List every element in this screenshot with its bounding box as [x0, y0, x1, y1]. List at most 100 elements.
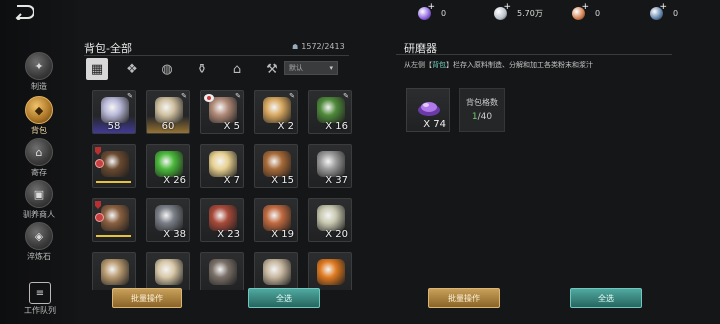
desc-text: 从左侧【 — [404, 61, 432, 69]
copper-ingot-item-icon — [263, 205, 291, 231]
grinder-select-all-button[interactable]: 全选 — [570, 288, 642, 308]
nav-label: 背包 — [31, 126, 47, 135]
desc-highlight: 背包 — [432, 61, 446, 69]
inventory-slot[interactable] — [308, 252, 352, 290]
item-quantity: X 2 — [277, 121, 294, 132]
item-quantity: X 26 — [163, 175, 186, 186]
shield-icon — [95, 201, 101, 209]
item-quantity: X 74 — [423, 119, 446, 130]
all-tab-icon[interactable]: ▦ — [86, 58, 108, 80]
durability-bar — [96, 181, 131, 183]
plus-icon[interactable]: + — [581, 2, 589, 12]
inventory-slot[interactable]: X 7 — [200, 144, 244, 188]
storage-icon: ⌂ — [25, 138, 53, 166]
slot-count-label: 背包格数 — [466, 98, 498, 107]
material-tab-icon[interactable]: ❖ — [121, 58, 143, 80]
wrench-icon: ✎ — [289, 92, 295, 100]
shield-icon — [95, 147, 101, 155]
stone-icon: ◈ — [25, 222, 53, 250]
copper-coin-icon: + — [572, 2, 589, 20]
cloth-armor-item-icon — [101, 205, 129, 231]
nav-label: 寄存 — [31, 168, 47, 177]
select-all-button[interactable]: 全选 — [248, 288, 320, 308]
grinder-item-slot[interactable]: X 74 — [406, 88, 450, 132]
inventory-slot[interactable] — [92, 252, 136, 290]
basket-item-icon — [209, 259, 237, 285]
book-item-icon — [317, 97, 345, 123]
inventory-slot[interactable]: X 20 — [308, 198, 352, 242]
tool-tab-icon[interactable]: ⚒ — [261, 58, 283, 80]
slot-count-box: 背包格数 1/40 — [459, 88, 505, 132]
building-tab-icon[interactable]: ⌂ — [226, 58, 248, 80]
work-queue-icon: ≡ — [29, 282, 51, 304]
item-quantity: X 19 — [271, 229, 294, 240]
inventory-slot[interactable]: X 38 — [146, 198, 190, 242]
ginseng-item-icon — [209, 151, 237, 177]
inventory-slot[interactable] — [92, 144, 136, 188]
item-quantity: X 7 — [223, 175, 240, 186]
currency-copper-coin: +0 — [572, 2, 600, 21]
wrench-icon: ✎ — [127, 92, 133, 100]
inventory-slot[interactable]: X 26 — [146, 144, 190, 188]
warning-icon — [95, 159, 104, 168]
nav-item-merchant[interactable]: ▣ 驯养商人 — [9, 180, 69, 220]
capacity-value: 1572/2413 — [301, 42, 345, 51]
raw-meat-item-icon — [209, 205, 237, 231]
egg-item-icon — [263, 97, 291, 123]
silver-coin-icon: + — [494, 2, 511, 20]
gear-item-icon — [317, 151, 345, 177]
inventory-slot[interactable] — [254, 252, 298, 290]
batch-operation-button[interactable]: 批量操作 — [112, 288, 182, 308]
blue-crystal-icon: + — [650, 2, 667, 20]
inventory-grid: ✎ 58 ✎ 60 ✎ X 5 ✎ X 2 ✎ X 16 X 26 X 7 X 15 X 37 X 38 X … — [92, 90, 362, 290]
herb-item-icon — [155, 151, 183, 177]
plus-icon[interactable]: + — [503, 2, 511, 12]
nav-item-storage[interactable]: ⌂ 寄存 — [9, 138, 69, 178]
leather-armor-item-icon — [101, 151, 129, 177]
wrench-icon: ✎ — [235, 92, 241, 100]
ore-tab-icon[interactable]: ◍ — [156, 58, 178, 80]
iron-chunk-item-icon — [155, 205, 183, 231]
durability-bar — [96, 235, 131, 237]
nav-item-craft[interactable]: ✦ 制造 — [9, 52, 69, 92]
grinder-batch-operation-button[interactable]: 批量操作 — [428, 288, 500, 308]
craft-icon: ✦ — [25, 52, 53, 80]
inventory-title: 背包-全部 — [84, 42, 132, 55]
nav-item-stone[interactable]: ◈ 淬炼石 — [9, 222, 69, 262]
divider — [84, 55, 349, 56]
inventory-slot[interactable]: X 15 — [254, 144, 298, 188]
inventory-slot[interactable] — [146, 252, 190, 290]
inventory-slot[interactable]: ✎ 60 — [146, 90, 190, 134]
meat-item-icon — [209, 97, 237, 123]
bag-icon: ◆ — [25, 96, 53, 124]
desc-text: 】栏存入原料制造、分解和加工各类粉末和浆汁 — [446, 61, 593, 69]
fur-item-icon — [263, 259, 291, 285]
potion-tab-icon[interactable]: ⚱ — [191, 58, 213, 80]
inventory-slot[interactable]: X 23 — [200, 198, 244, 242]
inventory-slot[interactable]: X 37 — [308, 144, 352, 188]
grinder-description: 从左侧【背包】栏存入原料制造、分解和加工各类粉末和浆汁 — [404, 60, 593, 70]
silver-ingot-item-icon — [317, 205, 345, 231]
currency-blue-crystal: +0 — [650, 2, 678, 21]
wood-log-item-icon — [263, 151, 291, 177]
inventory-slot[interactable]: ✎ X 5 — [200, 90, 244, 134]
work-queue-button[interactable]: ≡ 工作队列 — [20, 282, 60, 316]
inventory-slot[interactable] — [200, 252, 244, 290]
warning-icon — [95, 213, 104, 222]
back-arrow-icon[interactable] — [14, 4, 35, 23]
inventory-slot[interactable]: ✎ 58 — [92, 90, 136, 134]
inventory-slot[interactable] — [92, 198, 136, 242]
spear-item-icon — [101, 259, 129, 285]
inventory-slot[interactable]: X 19 — [254, 198, 298, 242]
currency-value: 0 — [441, 8, 447, 18]
plus-icon[interactable]: + — [427, 2, 435, 12]
currency-value: 5.70万 — [517, 8, 543, 18]
inventory-slot[interactable]: ✎ X 16 — [308, 90, 352, 134]
wrench-icon: ✎ — [343, 92, 349, 100]
divider — [396, 54, 672, 55]
nav-item-bag[interactable]: ◆ 背包 — [9, 96, 69, 136]
inventory-slot[interactable]: ✎ X 2 — [254, 90, 298, 134]
item-quantity: X 38 — [163, 229, 186, 240]
plus-icon[interactable]: + — [659, 2, 667, 12]
sort-dropdown[interactable]: 默认 ▾ — [284, 61, 338, 75]
